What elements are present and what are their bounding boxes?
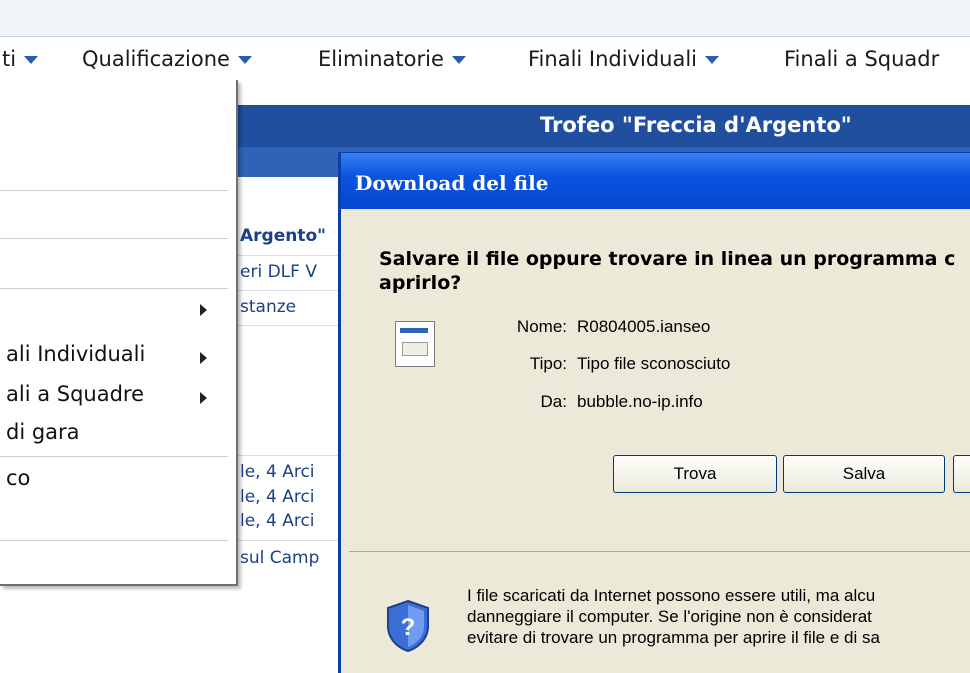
divider <box>236 455 346 456</box>
field-value-type: Tipo file sconosciuto <box>577 354 731 373</box>
content-link[interactable]: le, 4 Arci <box>240 487 315 507</box>
field-value-from: bubble.no-ip.info <box>577 392 703 411</box>
dialog-divider <box>349 551 970 552</box>
field-value-name: R0804005.ianseo <box>577 317 711 336</box>
triangle-down-icon <box>705 56 720 64</box>
save-button[interactable]: Salva <box>783 455 945 493</box>
content-link[interactable]: le, 4 Arci <box>240 511 315 531</box>
download-dialog: Download del file Salvare il file oppure… <box>338 152 970 673</box>
triangle-down-icon <box>451 56 466 64</box>
warning-line: evitare di trovare un programma per apri… <box>467 628 880 647</box>
menu-item-partial[interactable]: ti <box>2 47 39 71</box>
page-title: Trofeo "Freccia d'Argento" <box>540 113 852 137</box>
menu-item-finali-squadre[interactable]: Finali a Squadr <box>784 47 939 71</box>
menu-separator <box>0 238 228 239</box>
triangle-right-icon <box>200 392 207 404</box>
browser-top-strip <box>0 0 970 36</box>
content-link[interactable]: eri DLF V <box>240 262 317 282</box>
find-button-label: Trova <box>673 464 717 483</box>
warning-panel: ? I file scaricati da Internet possono e… <box>349 553 970 673</box>
save-button-label: Salva <box>842 464 886 483</box>
dropdown-item-label: ali Individuali <box>6 342 146 366</box>
triangle-down-icon <box>237 56 252 64</box>
menu-separator <box>0 540 228 541</box>
security-shield-icon: ? <box>387 599 429 653</box>
content-link[interactable]: stanze <box>240 297 296 317</box>
content-link[interactable]: sul Camp <box>240 548 319 568</box>
menu-label: ti <box>2 47 17 71</box>
site-menubar: ti Qualificazione Eliminatorie Finali In… <box>0 36 970 84</box>
field-label-type: Tipo: <box>529 354 567 373</box>
dropdown-item-co[interactable]: co <box>6 466 30 490</box>
triangle-right-icon <box>200 304 207 316</box>
cancel-button[interactable] <box>953 455 970 493</box>
field-label-name: Nome: <box>516 317 567 336</box>
menu-label: Finali Individuali <box>528 47 698 71</box>
dropdown-item-label: di gara <box>6 420 80 444</box>
menu-separator <box>0 288 228 289</box>
divider <box>236 540 346 541</box>
divider <box>236 325 346 326</box>
menu-item-qualificazione[interactable]: Qualificazione <box>82 47 252 71</box>
warning-line: danneggiare il computer. Se l'origine no… <box>467 607 872 626</box>
dialog-title-bar[interactable]: Download del file <box>341 153 970 209</box>
dialog-body: Salvare il file oppure trovare in linea … <box>349 209 970 559</box>
divider <box>236 290 346 291</box>
field-label-from: Da: <box>540 392 567 411</box>
content-line: Argento" <box>240 226 327 246</box>
menu-label: Finali a Squadr <box>784 47 940 71</box>
divider <box>236 255 346 256</box>
page-title-bar: Trofeo "Freccia d'Argento" <box>236 105 970 147</box>
triangle-down-icon <box>24 56 39 64</box>
unknown-file-icon <box>395 321 435 367</box>
dropdown-item-finali-individuali[interactable]: ali Individuali <box>6 342 145 366</box>
dropdown-item-label: co <box>6 466 31 490</box>
warning-line: I file scaricati da Internet possono ess… <box>467 586 876 605</box>
menu-item-finali-individuali[interactable]: Finali Individuali <box>528 47 720 71</box>
menu-label: Qualificazione <box>82 47 230 71</box>
dialog-title: Download del file <box>355 171 549 195</box>
dropdown-item-label: ali a Squadre <box>6 382 145 406</box>
dropdown-menu: ali Individuali ali a Squadre di gara co <box>0 80 238 586</box>
find-button[interactable]: Trova <box>613 455 777 493</box>
dialog-question: Salvare il file oppure trovare in linea … <box>379 248 956 294</box>
menu-item-eliminatorie[interactable]: Eliminatorie <box>318 47 466 71</box>
dropdown-item-di-gara[interactable]: di gara <box>6 420 80 444</box>
svg-text:?: ? <box>401 614 416 641</box>
menu-separator <box>0 456 228 457</box>
triangle-right-icon <box>200 352 207 364</box>
menu-separator <box>0 190 228 191</box>
dropdown-item-finali-squadre[interactable]: ali a Squadre <box>6 382 144 406</box>
warning-text: I file scaricati da Internet possono ess… <box>467 585 970 648</box>
menu-label: Eliminatorie <box>318 47 444 71</box>
content-link[interactable]: le, 4 Arci <box>240 462 315 482</box>
